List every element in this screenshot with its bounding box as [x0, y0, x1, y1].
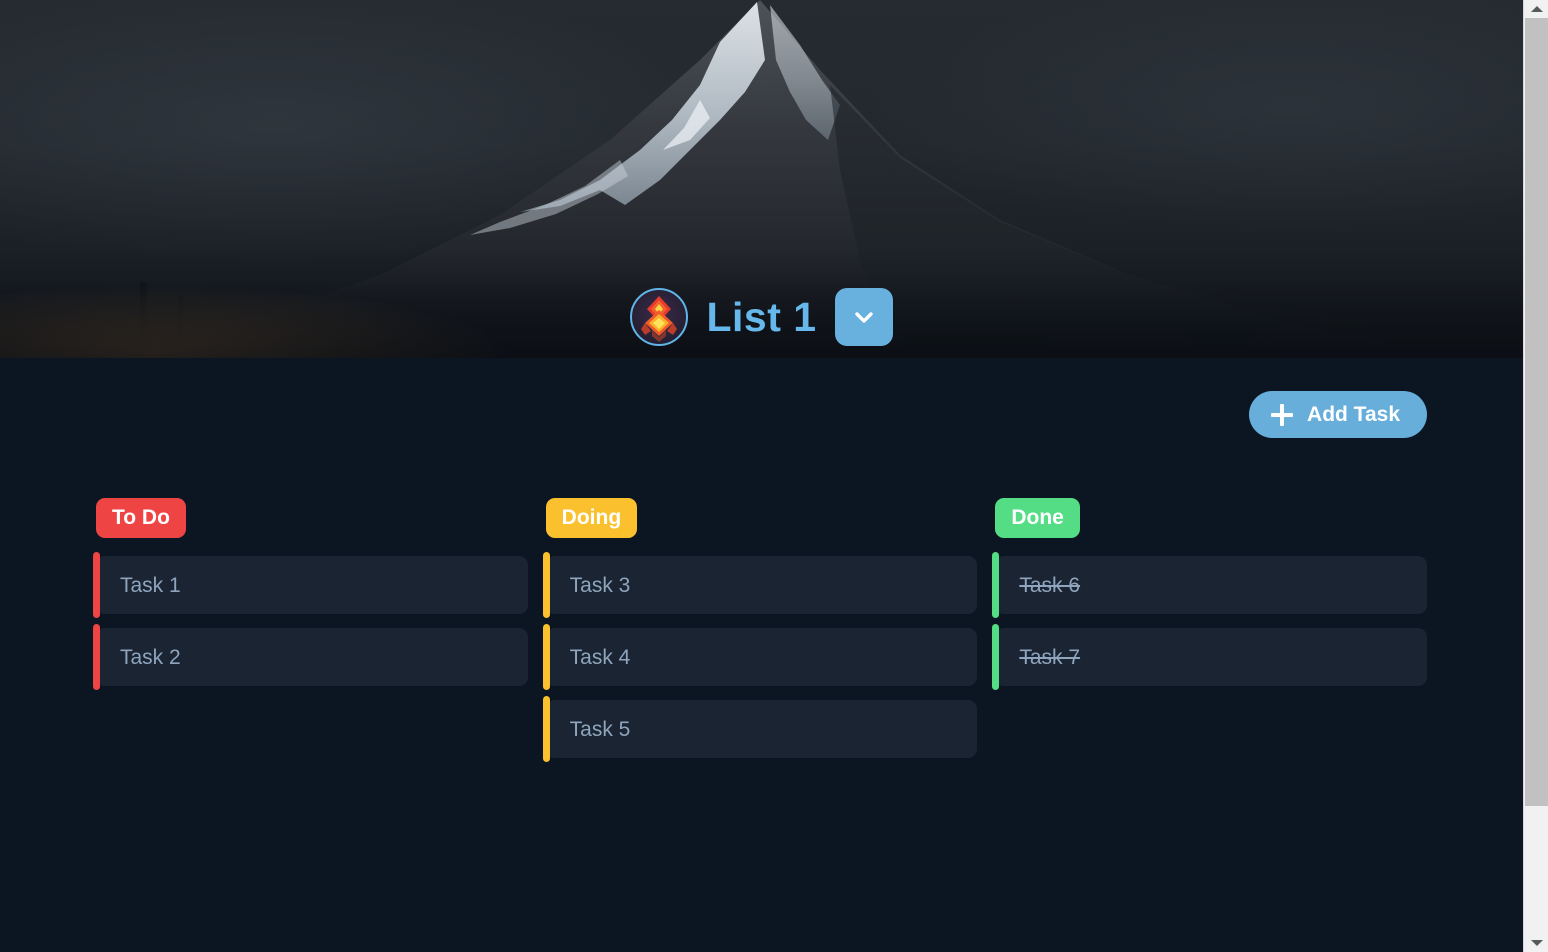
- task-label: Task 7: [1019, 645, 1081, 669]
- scrollbar-thumb[interactable]: [1525, 18, 1548, 806]
- column-doing: Doing Task 3 Task 4 Task 5: [542, 498, 978, 772]
- column-todo: To Do Task 1 Task 2: [93, 498, 528, 772]
- toolbar: Add Task: [96, 358, 1427, 438]
- scroll-down-button[interactable]: [1524, 934, 1548, 952]
- task-accent-bar: [93, 552, 100, 618]
- add-task-label: Add Task: [1307, 403, 1400, 426]
- column-badge-doing[interactable]: Doing: [545, 498, 638, 538]
- scroll-down-arrow-icon: [1530, 940, 1543, 946]
- column-badge-todo[interactable]: To Do: [96, 498, 186, 538]
- page-body: Add Task To Do Task 1 Task 2 Doing Task …: [0, 358, 1523, 772]
- list-banner: List 1: [0, 0, 1523, 358]
- task-card[interactable]: Task 7: [992, 624, 1428, 690]
- list-header: List 1: [0, 282, 1523, 352]
- task-card[interactable]: Task 3: [542, 552, 978, 618]
- task-accent-bar: [542, 552, 550, 618]
- page-viewport: List 1 Add Task To Do Task 1 Task 2 Doin…: [0, 0, 1523, 952]
- task-accent-bar: [93, 624, 100, 690]
- task-accent-bar: [542, 624, 550, 690]
- vertical-scrollbar[interactable]: [1523, 0, 1548, 952]
- page-title: List 1: [706, 293, 817, 340]
- task-accent-bar: [992, 624, 1000, 690]
- column-done: Done Task 6 Task 7: [992, 498, 1428, 772]
- flame-emblem-avatar-icon: [630, 288, 689, 346]
- task-accent-bar: [992, 552, 1000, 618]
- task-label: Task 4: [569, 645, 631, 669]
- task-label: Task 2: [120, 645, 181, 669]
- task-card[interactable]: Task 6: [992, 552, 1428, 618]
- task-card[interactable]: Task 4: [542, 624, 978, 690]
- task-label: Task 5: [569, 717, 631, 741]
- column-badge-done[interactable]: Done: [995, 498, 1080, 538]
- task-board: To Do Task 1 Task 2 Doing Task 3 Task 4 …: [93, 498, 1428, 772]
- task-card[interactable]: Task 5: [542, 696, 978, 762]
- scroll-up-button[interactable]: [1524, 0, 1548, 18]
- task-card[interactable]: Task 2: [93, 624, 528, 690]
- task-card[interactable]: Task 1: [93, 552, 528, 618]
- add-task-button[interactable]: Add Task: [1249, 391, 1427, 438]
- list-dropdown-button[interactable]: [834, 288, 893, 346]
- task-label: Task 3: [569, 573, 631, 597]
- task-accent-bar: [542, 696, 550, 762]
- chevron-down-icon: [851, 304, 877, 330]
- task-label: Task 6: [1019, 573, 1081, 597]
- plus-icon: [1271, 403, 1294, 426]
- scroll-up-arrow-icon: [1530, 6, 1543, 12]
- task-label: Task 1: [120, 573, 181, 597]
- app-root: List 1 Add Task To Do Task 1 Task 2 Doin…: [0, 0, 1548, 952]
